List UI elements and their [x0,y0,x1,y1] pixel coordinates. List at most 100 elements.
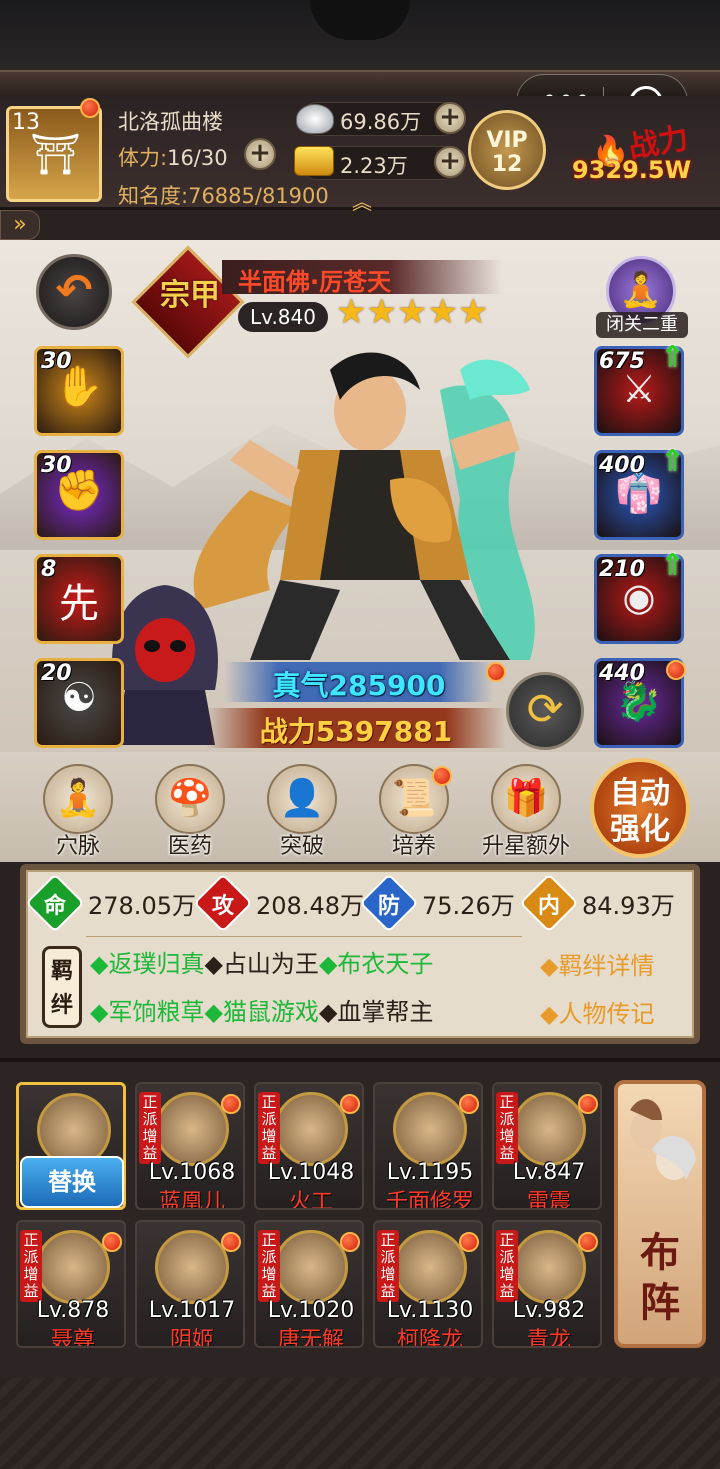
buff-tag: 正派增益 [20,1230,42,1302]
hero-name: 柯降龙 [396,1328,463,1348]
hero-name: 千面修罗 [385,1190,474,1210]
vip-badge[interactable]: VIP 12 [468,110,546,190]
hero-name: 聂尊 [50,1328,95,1348]
notification-dot [432,766,452,786]
skill-slot[interactable]: ✊ 30 [34,450,124,540]
hero-avatar [512,1230,586,1304]
action-button[interactable]: 👤 突破 [254,764,350,860]
equipment-level: 210 [599,557,645,582]
formation-line2: 阵 [640,1280,680,1326]
hero-card[interactable]: 正派增益 Lv.982 青龙 [492,1220,602,1348]
hero-card[interactable]: 正派增益 Lv.878 聂尊 [16,1220,126,1348]
expand-header-icon[interactable]: ︽ [352,186,372,215]
footer-pattern [0,1378,720,1469]
stat-value: 75.26万 [422,892,515,920]
back-button[interactable]: ↶ [36,254,112,330]
upgrade-arrow-icon: ⇑ [660,444,686,479]
notification-dot [221,1094,241,1114]
refresh-icon[interactable]: ⟳ [506,672,584,750]
formation-portrait [630,1099,696,1180]
skill-slot[interactable]: 先8 [34,554,124,644]
add-stamina-button[interactable]: + [244,138,276,170]
auto-enhance-button[interactable]: 自动 强化 [590,758,690,858]
total-power[interactable]: 9329.5W [572,156,691,184]
location-name: 北洛孤曲楼 [118,110,223,134]
bond-detail-link[interactable]: ◆羁绊详情 [540,946,654,981]
hero-avatar [155,1230,229,1304]
hero-card[interactable]: 正派增益 Lv.1020 唐无解 [254,1220,364,1348]
bond-item[interactable]: ◆血掌帮主 [319,998,433,1026]
star-icon: ★ [336,292,367,332]
hero-avatar [36,1230,110,1304]
action-button[interactable]: 🍄 医药 [142,764,238,860]
hero-card[interactable]: Lv.1195 千面修罗 [373,1082,483,1210]
bond-item[interactable]: ◆返璞归真 [90,950,204,978]
hero-name: 雷震 [526,1190,571,1210]
hero-card[interactable]: 正派增益 Lv.1068 蓝凰儿 [135,1082,245,1210]
bond-item[interactable]: ◆军饷粮草 [90,998,204,1026]
biography-link[interactable]: ◆人物传记 [540,994,654,1029]
buff-tag: 正派增益 [496,1230,518,1302]
notification-dot [459,1094,479,1114]
hero-avatar [393,1230,467,1304]
skill-level: 30 [41,349,72,374]
hero-name: 阴姬 [169,1328,214,1348]
buff-tag: 正派增益 [258,1092,280,1164]
action-label: 医药 [167,834,212,859]
hero-name: 蓝凰儿 [158,1190,225,1210]
skill-level: 20 [41,661,72,686]
hero-card[interactable]: Lv.1017 阴姬 [135,1220,245,1348]
add-silver-button[interactable]: + [434,102,466,134]
hero-avatar [393,1092,467,1166]
buff-tag: 正派增益 [377,1230,399,1302]
pagoda-icon: ⛩ [30,132,81,178]
hero-name: 唐无解 [277,1328,344,1348]
add-gold-button[interactable]: + [434,146,466,178]
hero-level: Lv.1020 [267,1298,355,1323]
bond-diamond-icon: ◆ [318,998,338,1026]
equipment-level: 440 [599,661,645,686]
action-button[interactable]: 🎁 升星额外 [478,764,574,860]
hero-card[interactable]: 正派增益 Lv.1130 柯降龙 [373,1220,483,1348]
hero-avatar [155,1092,229,1166]
hero-card[interactable]: 正派增益 Lv.847 雷震 [492,1082,602,1210]
notification-dot [578,1094,598,1114]
meridian-icon: 🧘 [43,764,113,834]
bond-diamond-icon: ◆ [204,998,223,1026]
notification-dot [221,1232,241,1252]
stamina-value: 16/30 [167,146,228,170]
notification-dot [102,1232,122,1252]
hero-card[interactable]: 正派增益 Lv.1048 火工 [254,1082,364,1210]
bond-row: ◆返璞归真◆占山为王◆布衣天子 [90,944,433,979]
star-up-icon: 🎁 [491,764,561,834]
action-button[interactable]: 🧘 穴脉 [30,764,126,860]
expand-sidebar-icon[interactable]: » [0,210,40,240]
bond-detail-label: 羁绊详情 [558,952,655,980]
bond-seal-line1: 羁 [50,959,73,984]
buff-tag: 正派增益 [139,1092,161,1164]
bond-diamond-icon: ◆ [90,998,109,1026]
star-rating: ★★★★★ [336,292,488,332]
stat-name: 攻 [211,894,234,919]
fame-value: 76885/81900 [188,184,329,208]
hero-level: Lv.878 [36,1298,110,1323]
upgrade-arrow-icon: ⇑ [660,340,686,375]
bond-item[interactable]: ◆布衣天子 [319,950,433,978]
silver-ingot-icon [296,104,334,134]
notification-dot [459,1232,479,1252]
stat-name: 防 [377,894,400,919]
rank-text: 宗甲 [160,278,220,313]
bond-item[interactable]: ◆猫鼠游戏 [204,998,318,1026]
vip-label: VIP [486,128,528,153]
equipment-level: 675 [599,349,645,374]
stat-name: 命 [43,894,66,919]
skill-level: 8 [41,557,57,582]
skill-slot[interactable]: ✋ 30 [34,346,124,436]
gold-ingot-icon [294,146,334,176]
bond-item[interactable]: ◆占山为王 [204,950,318,978]
bond-seal: 羁绊 [42,946,82,1028]
hero-name: 火工 [288,1190,333,1210]
vip-level: 12 [491,152,523,177]
replace-button[interactable]: 替换 [20,1156,124,1208]
skill-slot[interactable]: ☯ 20 [34,658,124,748]
